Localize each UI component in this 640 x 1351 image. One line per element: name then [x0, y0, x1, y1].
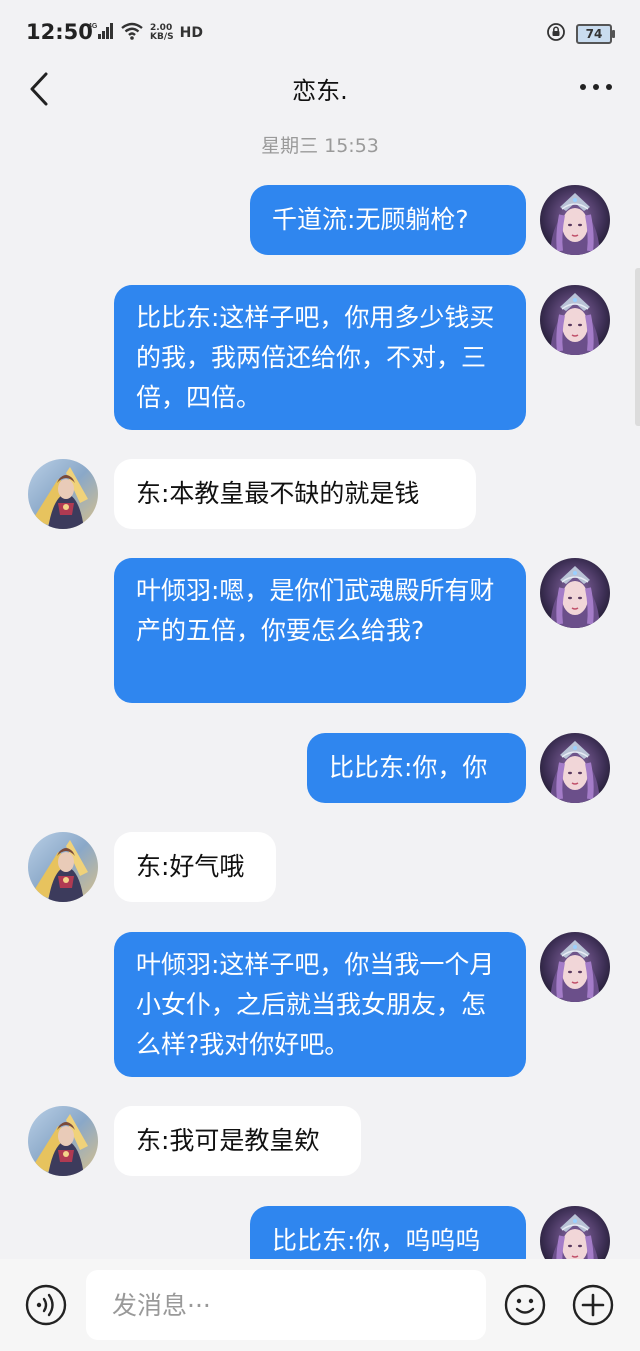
- contact-avatar[interactable]: [28, 459, 98, 529]
- rotation-lock-icon: [546, 22, 566, 46]
- my-avatar[interactable]: [540, 558, 610, 628]
- incoming-message-bubble[interactable]: 东:我可是教皇欸: [114, 1106, 361, 1176]
- network-speed-unit: KB/S: [150, 32, 174, 42]
- scroll-indicator[interactable]: [635, 268, 640, 426]
- voice-icon: [25, 1284, 67, 1326]
- chat-header: 恋东.: [0, 64, 640, 110]
- my-avatar[interactable]: [540, 932, 610, 1002]
- status-icons: 4G 2.00 KB/S HD: [88, 22, 203, 44]
- status-time: 12:50: [26, 20, 93, 44]
- contact-avatar[interactable]: [28, 832, 98, 902]
- voice-button[interactable]: [25, 1284, 67, 1326]
- cellular-signal-icon: 4G: [88, 21, 114, 45]
- outgoing-message-bubble[interactable]: 叶倾羽:嗯，是你们武魂殿所有财产的五倍，你要怎么给我?: [114, 558, 526, 703]
- incoming-message-bubble[interactable]: 东:好气哦: [114, 832, 276, 902]
- message-input-bar: [0, 1259, 640, 1351]
- chat-timestamp: 星期三 15:53: [261, 135, 379, 157]
- message-input[interactable]: [86, 1270, 486, 1340]
- svg-text:4G: 4G: [88, 23, 98, 30]
- wifi-icon: [120, 21, 144, 45]
- incoming-message-bubble[interactable]: 东:本教皇最不缺的就是钱: [114, 459, 476, 529]
- my-avatar[interactable]: [540, 185, 610, 255]
- outgoing-message-bubble[interactable]: 叶倾羽:这样子吧，你当我一个月小女仆，之后就当我女朋友，怎么样?我对你好吧。: [114, 932, 526, 1077]
- contact-avatar[interactable]: [28, 1106, 98, 1176]
- my-avatar[interactable]: [540, 285, 610, 355]
- hd-label: HD: [179, 25, 203, 41]
- emoji-button[interactable]: [504, 1284, 546, 1326]
- battery-indicator: 74: [576, 24, 615, 44]
- plus-icon: [572, 1284, 614, 1326]
- outgoing-message-bubble[interactable]: 比比东:你，你: [307, 733, 526, 803]
- emoji-icon: [504, 1284, 546, 1326]
- status-bar: 12:50 4G 2.00 KB/S HD 74: [0, 0, 640, 64]
- more-options-button[interactable]: [576, 72, 616, 102]
- outgoing-message-bubble[interactable]: 千道流:无顾躺枪?: [250, 185, 526, 255]
- status-right: 74: [546, 22, 615, 46]
- more-dots-icon: [580, 84, 612, 90]
- my-avatar[interactable]: [540, 733, 610, 803]
- network-speed: 2.00 KB/S: [150, 24, 174, 42]
- chat-title: 恋东.: [292, 77, 348, 105]
- outgoing-message-bubble[interactable]: 比比东:这样子吧，你用多少钱买的我，我两倍还给你，不对，三倍，四倍。: [114, 285, 526, 430]
- add-attachment-button[interactable]: [572, 1284, 614, 1326]
